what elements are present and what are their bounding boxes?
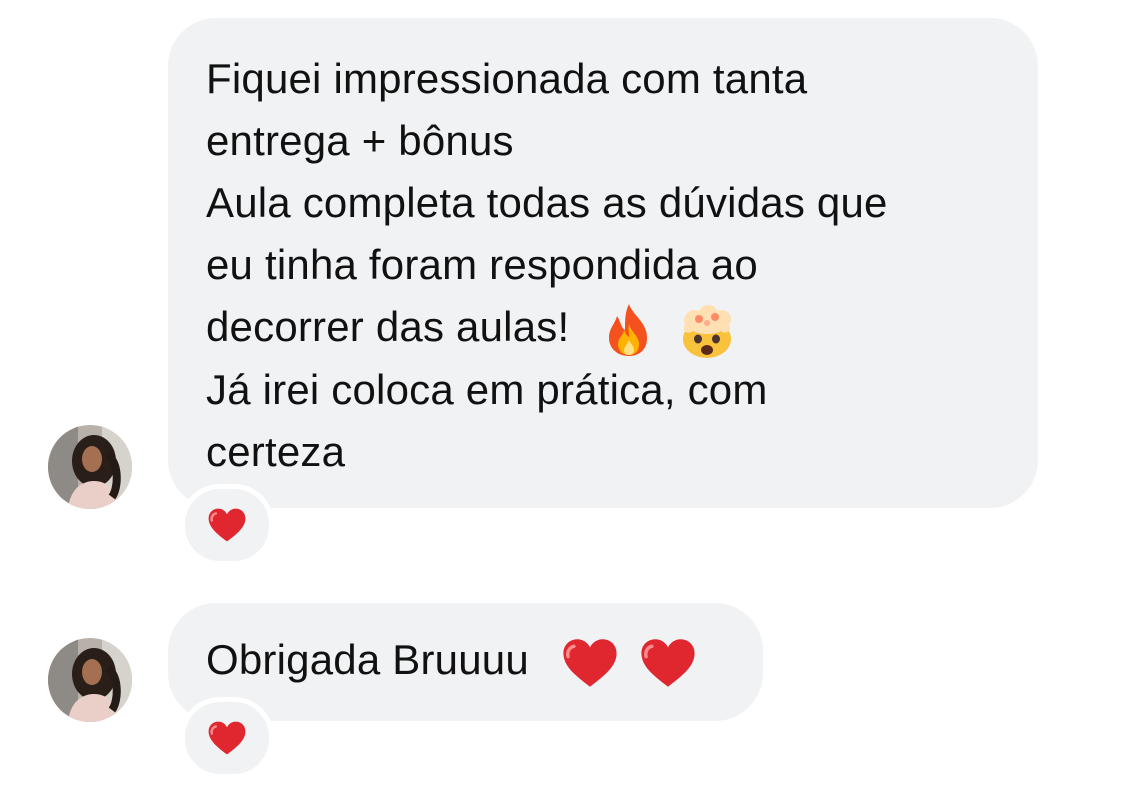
red-heart-emoji	[561, 637, 619, 689]
sender-avatar[interactable]	[48, 425, 132, 509]
reaction-badge[interactable]	[180, 484, 274, 566]
message-line: certeza	[206, 427, 346, 475]
message-line-with-emojis: decorrer das aulas!	[206, 296, 1002, 359]
message-line: entrega + bônus	[206, 117, 514, 164]
red-heart-emoji	[207, 507, 247, 543]
message-line: Aula completa todas as dúvidas que	[206, 179, 888, 226]
message-line-with-emojis: Obrigada Bruuuu	[206, 629, 727, 691]
fire-emoji	[603, 302, 655, 358]
message-line: eu tinha foram respondida ao	[206, 241, 758, 288]
message-line: Já irei coloca em prática, com	[206, 365, 768, 413]
message-line: Obrigada Bruuuu	[206, 636, 529, 683]
profile-photo-avatar	[48, 425, 132, 509]
profile-photo-avatar	[48, 638, 132, 722]
exploding-head-emoji	[677, 301, 737, 359]
reaction-badge[interactable]	[180, 697, 274, 779]
message-line: Fiquei impressionada com tanta	[206, 55, 808, 102]
message-line: decorrer das aulas!	[206, 303, 570, 350]
message-bubble[interactable]: Obrigada Bruuuu	[168, 603, 763, 721]
red-heart-emoji	[207, 720, 247, 756]
message-bubble[interactable]: Fiquei impressionada com tanta entrega +…	[168, 18, 1038, 508]
red-heart-emoji	[639, 637, 697, 689]
sender-avatar[interactable]	[48, 638, 132, 722]
